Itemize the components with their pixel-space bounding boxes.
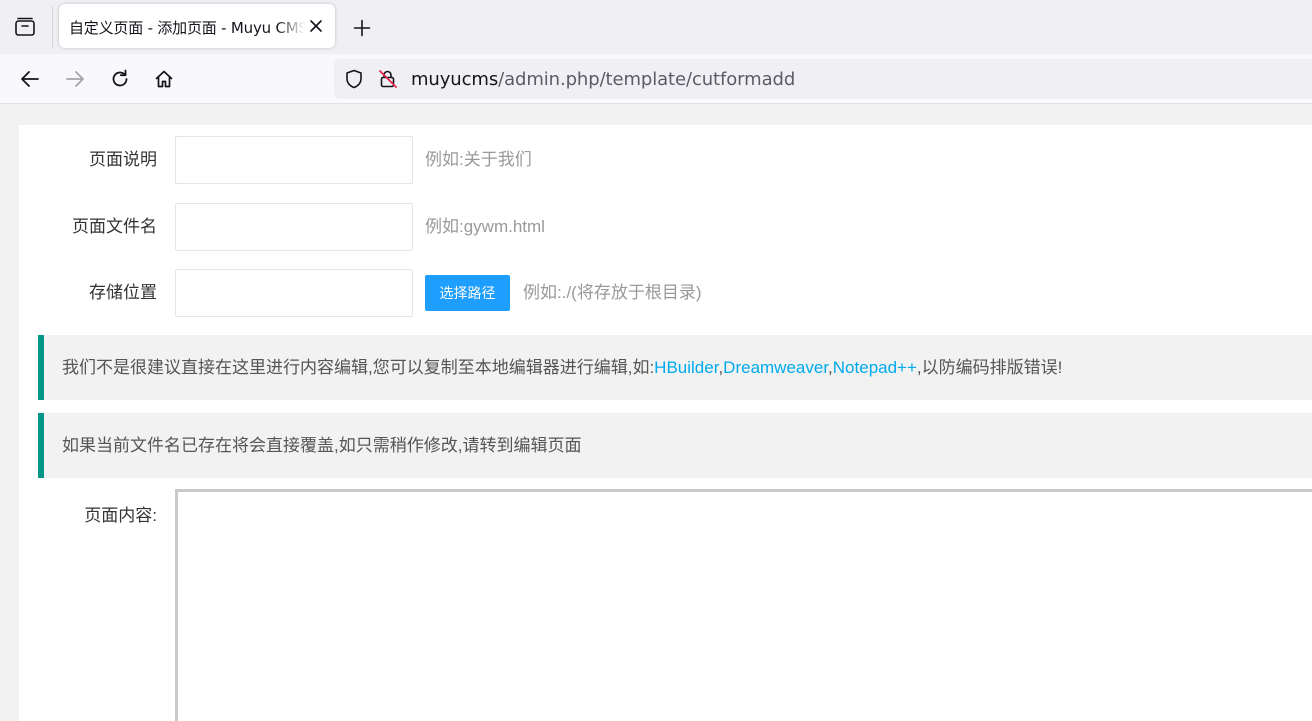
location-hint: 例如:./(将存放于根目录) [523,283,702,302]
url-text[interactable]: muyucms/admin.php/template/cutformadd [411,69,795,90]
overwrite-tip-text: 如果当前文件名已存在将会直接覆盖,如只需稍作修改,请转到编辑页面 [62,436,582,455]
editor-tip-prefix: 我们不是很建议直接在这里进行内容编辑,您可以复制至本地编辑器进行编辑,如: [62,358,655,377]
hbuilder-link[interactable]: HBuilder [654,358,718,377]
url-path: /admin.php/template/cutformadd [498,69,796,90]
active-tab[interactable]: 自定义页面 - 添加页面 - Muyu CMS [59,4,335,48]
address-bar[interactable]: muyucms/admin.php/template/cutformadd [334,59,1312,99]
tab-title: 自定义页面 - 添加页面 - Muyu CMS [69,19,305,37]
file-name-row: 页面文件名 例如:gywm.html [19,203,1312,251]
tab-divider [52,6,53,48]
tab-list-icon[interactable] [12,14,38,40]
arrow-left-icon[interactable] [16,65,44,93]
file-name-input[interactable] [175,203,413,251]
location-label: 存储位置 [89,283,157,302]
page-desc-hint: 例如:关于我们 [425,150,532,169]
navigation-toolbar: muyucms/admin.php/template/cutformadd [0,54,1312,104]
notepad-link[interactable]: Notepad++ [833,358,917,377]
location-row: 存储位置 选择路径 例如:./(将存放于根目录) [19,269,1312,317]
shield-icon[interactable] [344,69,364,89]
editor-tip-suffix: ,以防编码排版错误! [916,358,1063,377]
choose-path-button[interactable]: 选择路径 [425,275,510,311]
browser-tab-strip: 自定义页面 - 添加页面 - Muyu CMS [0,0,1312,54]
plus-icon[interactable] [349,15,375,41]
dreamweaver-link[interactable]: Dreamweaver [723,358,828,377]
overwrite-tip-notice: 如果当前文件名已存在将会直接覆盖,如只需稍作修改,请转到编辑页面 [38,413,1312,478]
location-input[interactable] [175,269,413,317]
page-desc-label: 页面说明 [89,150,157,169]
reload-icon[interactable] [106,65,134,93]
page-desc-input[interactable] [175,136,413,184]
url-host: muyucms [411,69,499,90]
page-content: 页面说明 例如:关于我们 页面文件名 例如:gywm.html 存储位置 选择路… [19,125,1312,721]
content-label: 页面内容: [84,506,157,525]
insecure-lock-icon[interactable] [378,69,398,89]
arrow-right-icon [61,65,89,93]
page-desc-row: 页面说明 例如:关于我们 [19,136,1312,184]
home-icon[interactable] [150,65,178,93]
editor-tip-notice: 我们不是很建议直接在这里进行内容编辑,您可以复制至本地编辑器进行编辑,如:HBu… [38,335,1312,400]
file-name-hint: 例如:gywm.html [425,217,545,236]
file-name-label: 页面文件名 [72,217,157,236]
content-textarea[interactable] [175,489,1312,721]
close-icon[interactable] [307,17,325,35]
